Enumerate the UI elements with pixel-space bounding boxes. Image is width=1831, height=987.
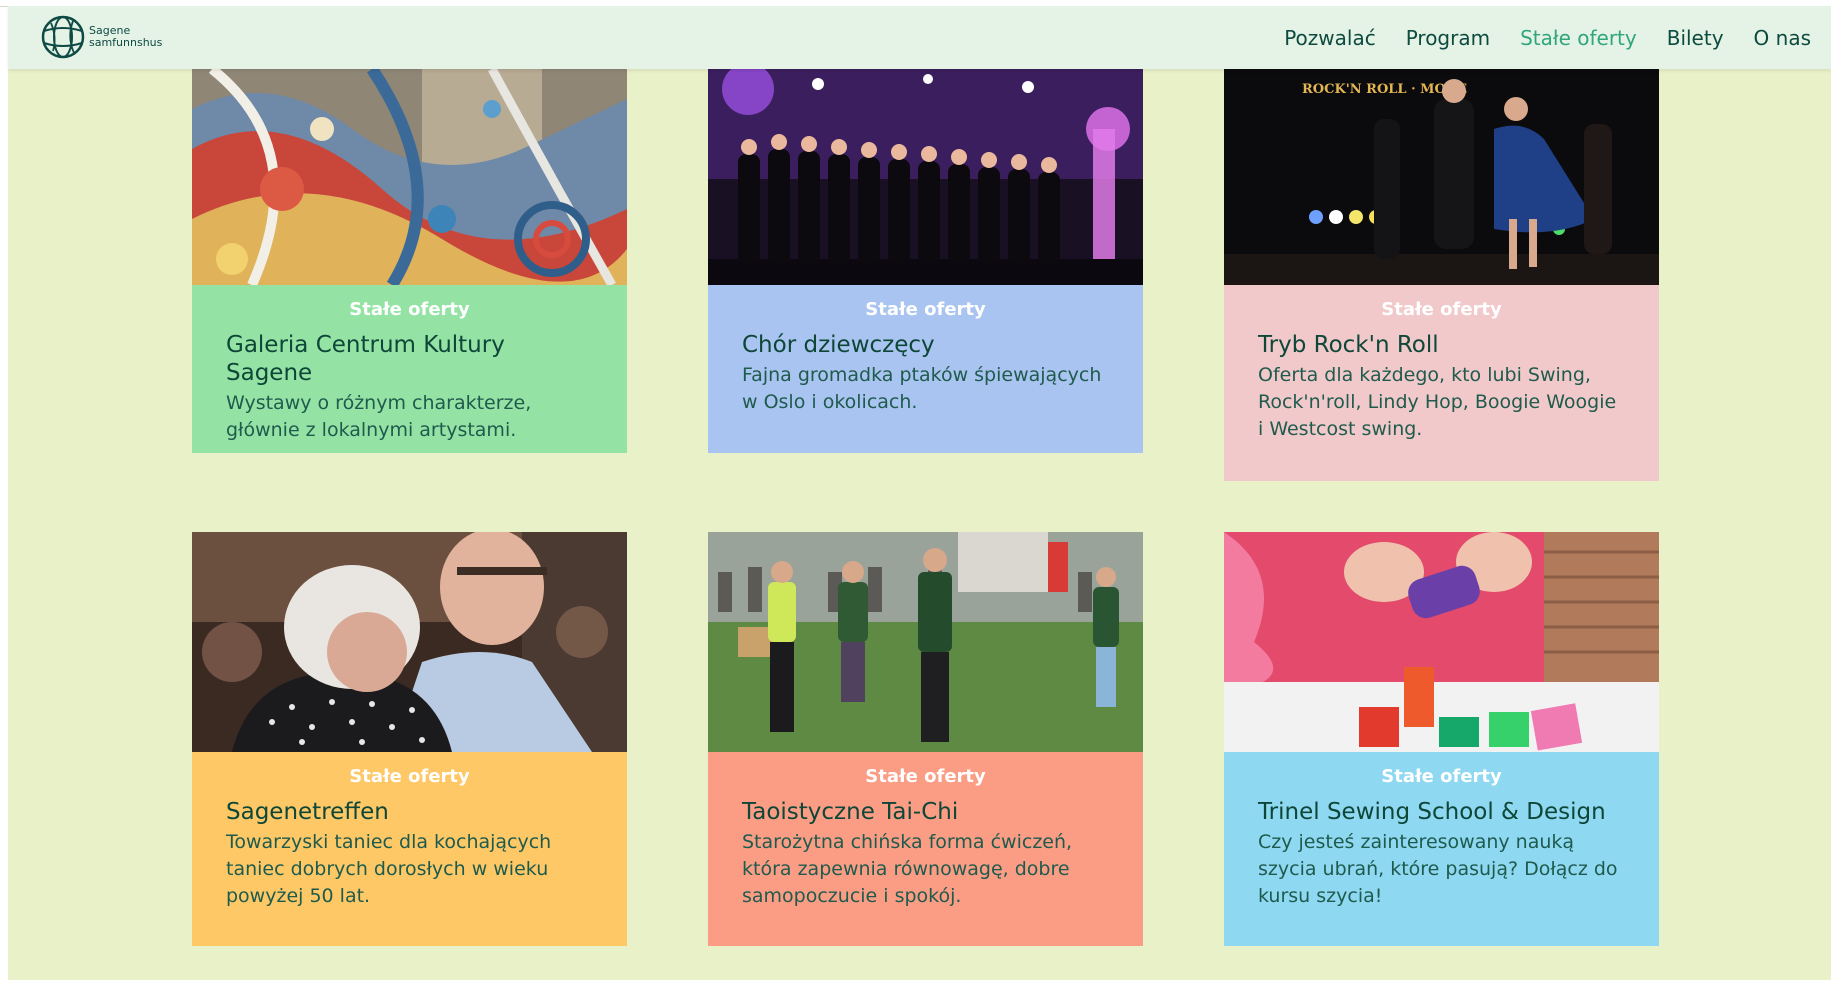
card-body: Stałe oferty Sagenetreffen Towarzyski ta…	[192, 752, 627, 946]
card-title[interactable]: Galeria Centrum Kultury Sagene	[226, 331, 593, 387]
card-body: Stałe oferty Chór dziewczęcy Fajna groma…	[708, 285, 1143, 453]
senior-dance-image	[192, 532, 627, 752]
logo-line-2: samfunnshus	[89, 36, 163, 49]
tai-chi-park-image	[708, 532, 1143, 752]
dance-stage-image: ROCK'N ROLL · MODE	[1224, 69, 1659, 285]
card-description: Czy jesteś zainteresowany nauką szycia u…	[1258, 831, 1618, 907]
offer-card-galeria[interactable]: Stałe oferty Galeria Centrum Kultury Sag…	[192, 69, 627, 453]
card-description: Towarzyski taniec dla kochających taniec…	[226, 831, 552, 907]
page-bottom-edge	[0, 980, 1831, 987]
card-category-tag: Stałe oferty	[865, 766, 986, 787]
card-body: Stałe oferty Taoistyczne Tai-Chi Staroży…	[708, 752, 1143, 946]
card-title[interactable]: Taoistyczne Tai-Chi	[742, 798, 1109, 826]
card-title[interactable]: Tryb Rock'n Roll	[1258, 331, 1625, 359]
card-description: Fajna gromadka ptaków śpiewających w Osl…	[742, 364, 1102, 413]
main-nav: Pozwalać Program Stałe oferty Bilety O n…	[1254, 6, 1811, 69]
card-description: Starożytna chińska forma ćwiczeń, która …	[742, 831, 1073, 907]
card-category-tag: Stałe oferty	[1381, 299, 1502, 320]
card-body: Stałe oferty Trinel Sewing School & Desi…	[1224, 752, 1659, 946]
nav-item-pozwalac[interactable]: Pozwalać	[1284, 26, 1376, 50]
nav-item-bilety[interactable]: Bilety	[1667, 26, 1724, 50]
card-title[interactable]: Sagenetreffen	[226, 798, 593, 826]
mosaic-art-image	[192, 69, 627, 285]
card-title[interactable]: Chór dziewczęcy	[742, 331, 1109, 359]
nav-item-stale-oferty[interactable]: Stałe oferty	[1520, 26, 1637, 50]
choir-stage-image	[708, 69, 1143, 285]
site-header: Sagene samfunnshus Pozwalać Program Stał…	[8, 6, 1831, 69]
site-logo[interactable]: Sagene samfunnshus	[41, 15, 162, 59]
card-body: Stałe oferty Tryb Rock'n Roll Oferta dla…	[1224, 285, 1659, 481]
sewing-threads-image	[1224, 532, 1659, 752]
card-category-tag: Stałe oferty	[1381, 766, 1502, 787]
offer-card-taichi[interactable]: Stałe oferty Taoistyczne Tai-Chi Staroży…	[708, 532, 1143, 946]
logo-wordmark: Sagene samfunnshus	[89, 25, 162, 49]
card-category-tag: Stałe oferty	[349, 299, 470, 320]
card-category-tag: Stałe oferty	[865, 299, 986, 320]
offer-card-sewing[interactable]: Stałe oferty Trinel Sewing School & Desi…	[1224, 532, 1659, 946]
nav-item-o-nas[interactable]: O nas	[1754, 26, 1811, 50]
card-category-tag: Stałe oferty	[349, 766, 470, 787]
offer-card-rocknroll[interactable]: ROCK'N ROLL · MODE Stałe oferty Tryb Roc…	[1224, 69, 1659, 481]
card-description: Oferta dla każdego, kto lubi Swing, Rock…	[1258, 364, 1617, 440]
globe-logo-icon	[41, 15, 85, 59]
offer-card-sagenetreffen[interactable]: Stałe oferty Sagenetreffen Towarzyski ta…	[192, 532, 627, 946]
card-body: Stałe oferty Galeria Centrum Kultury Sag…	[192, 285, 627, 453]
offer-card-chor[interactable]: Stałe oferty Chór dziewczęcy Fajna groma…	[708, 69, 1143, 453]
card-title[interactable]: Trinel Sewing School & Design	[1258, 798, 1625, 826]
nav-item-program[interactable]: Program	[1406, 26, 1490, 50]
card-description: Wystawy o różnym charakterze, głównie z …	[226, 392, 532, 441]
